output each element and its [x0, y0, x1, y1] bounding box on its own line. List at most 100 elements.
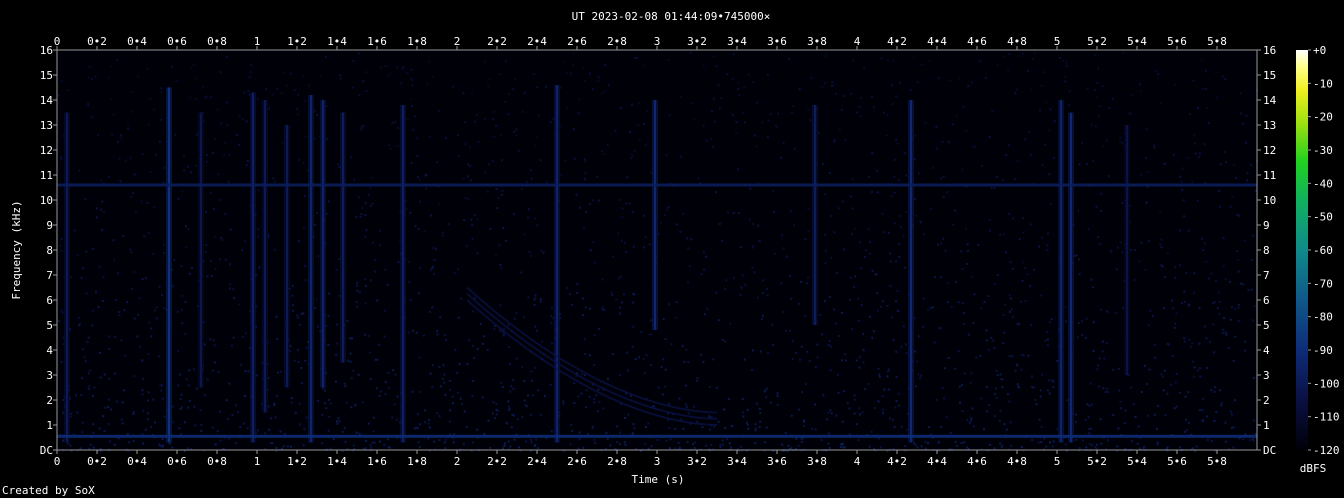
noise-speckle [1081, 320, 1083, 323]
noise-speckle [935, 126, 938, 128]
noise-speckle [717, 420, 720, 423]
noise-speckle [1086, 403, 1089, 406]
noise-speckle [1008, 400, 1011, 403]
noise-speckle [849, 276, 852, 279]
noise-speckle [98, 266, 101, 269]
noise-speckle [970, 419, 973, 422]
noise-speckle [188, 369, 191, 372]
noise-speckle [1180, 302, 1183, 305]
y-tick-label-right: 15 [1263, 69, 1276, 82]
noise-speckle [971, 145, 974, 148]
noise-speckle [81, 377, 83, 380]
noise-speckle [582, 314, 584, 316]
noise-speckle [469, 165, 472, 167]
noise-speckle [1081, 439, 1084, 442]
noise-speckle [243, 395, 246, 398]
noise-speckle [70, 276, 73, 279]
noise-speckle [1024, 300, 1027, 302]
noise-speckle [521, 110, 524, 113]
noise-speckle [1198, 342, 1201, 345]
noise-speckle [809, 119, 812, 122]
noise-speckle [107, 423, 110, 426]
noise-speckle [1214, 71, 1217, 74]
noise-speckle [407, 261, 410, 263]
noise-speckle [700, 273, 703, 276]
noise-speckle [664, 385, 667, 388]
noise-speckle [966, 262, 969, 265]
noise-speckle [905, 211, 908, 213]
noise-speckle [468, 339, 471, 342]
noise-speckle [996, 374, 999, 377]
noise-speckle [173, 259, 176, 261]
noise-speckle [1049, 108, 1052, 111]
noise-speckle [1178, 446, 1181, 449]
noise-speckle [942, 175, 945, 178]
noise-speckle [180, 393, 183, 396]
noise-speckle [95, 290, 97, 293]
noise-speckle [238, 143, 241, 146]
noise-speckle [88, 369, 91, 372]
y-tick-label-right: 8 [1263, 244, 1270, 257]
noise-speckle [739, 246, 742, 249]
noise-speckle [922, 297, 925, 300]
noise-speckle [781, 234, 784, 237]
noise-speckle [316, 212, 318, 214]
noise-speckle [695, 379, 698, 382]
noise-speckle [609, 444, 612, 447]
noise-speckle [424, 409, 427, 412]
noise-speckle [531, 379, 534, 382]
noise-speckle [180, 406, 183, 409]
noise-speckle [954, 209, 957, 212]
noise-speckle [296, 348, 299, 351]
noise-speckle [339, 74, 342, 76]
noise-speckle [121, 422, 124, 425]
noise-speckle [1062, 59, 1065, 62]
noise-speckle [1095, 205, 1098, 208]
noise-speckle [273, 180, 276, 183]
noise-speckle [1106, 310, 1109, 313]
noise-speckle [336, 323, 338, 326]
noise-speckle [993, 346, 996, 349]
noise-speckle [432, 75, 434, 78]
noise-speckle [510, 426, 513, 429]
noise-speckle [710, 443, 713, 446]
noise-speckle [88, 385, 91, 388]
noise-speckle [735, 121, 738, 123]
noise-speckle [631, 103, 633, 106]
noise-speckle [985, 329, 988, 332]
noise-speckle [505, 421, 508, 424]
noise-speckle [356, 281, 359, 284]
impulse-line [556, 85, 558, 443]
noise-speckle [800, 437, 803, 440]
noise-speckle [305, 416, 308, 419]
noise-speckle [383, 335, 386, 338]
colorbar-tick-label: -40 [1313, 177, 1333, 190]
noise-speckle [979, 355, 982, 357]
noise-speckle [1026, 273, 1029, 276]
noise-speckle [772, 344, 775, 346]
noise-speckle [893, 425, 896, 428]
noise-speckle [518, 149, 520, 152]
noise-speckle [646, 110, 649, 113]
noise-speckle [668, 303, 671, 306]
noise-speckle [832, 308, 835, 311]
noise-speckle [679, 155, 682, 158]
noise-speckle [1173, 407, 1176, 410]
noise-speckle [766, 294, 769, 297]
noise-speckle [119, 138, 122, 140]
noise-speckle [631, 154, 634, 156]
noise-speckle [1022, 354, 1025, 357]
noise-speckle [940, 242, 942, 245]
noise-speckle [428, 135, 431, 138]
noise-speckle [854, 275, 857, 278]
noise-speckle [1040, 84, 1043, 87]
noise-speckle [975, 356, 978, 359]
noise-speckle [1164, 414, 1167, 417]
noise-speckle [1022, 217, 1024, 219]
noise-speckle [437, 202, 440, 205]
noise-speckle [1166, 392, 1169, 395]
noise-speckle [542, 251, 545, 254]
noise-speckle [1214, 386, 1217, 389]
noise-speckle [1184, 395, 1187, 398]
noise-speckle [1105, 342, 1108, 345]
